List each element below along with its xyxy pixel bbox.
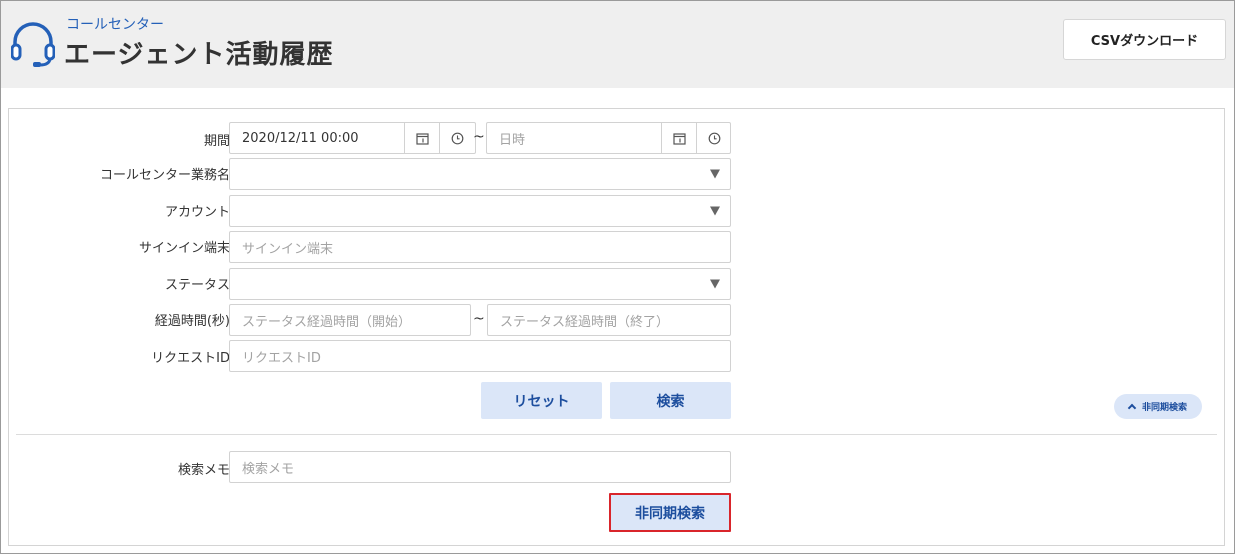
callcenter-select[interactable] xyxy=(229,158,731,190)
page-header: コールセンター エージェント活動履歴 CSVダウンロード xyxy=(1,1,1234,88)
period-separator: ~ xyxy=(473,129,485,145)
account-select[interactable] xyxy=(229,195,731,227)
callcenter-label: コールセンター業務名 xyxy=(99,168,230,183)
dropdown-arrow-icon xyxy=(710,279,720,289)
headset-icon xyxy=(11,22,55,67)
clock-icon xyxy=(451,132,463,144)
elapsed-end-placeholder: ステータス経過時間（終了） xyxy=(500,314,670,330)
period-start-value: 2020/12/11 00:00 xyxy=(242,130,359,146)
period-end-placeholder: 日時 xyxy=(499,132,526,148)
period-end-calendar-button[interactable] xyxy=(661,122,696,154)
elapsed-separator: ~ xyxy=(473,311,485,327)
reset-button[interactable]: リセット xyxy=(481,382,602,419)
clock-icon xyxy=(708,132,720,144)
signin-label: サインイン端末 xyxy=(138,241,230,256)
elapsed-start-input[interactable]: ステータス経過時間（開始） xyxy=(229,304,471,336)
account-label: アカウント xyxy=(164,205,230,220)
period-end-input[interactable]: 日時 xyxy=(486,122,731,154)
request-id-label: リクエストID xyxy=(151,351,230,366)
async-toggle-label: 非同期検索 xyxy=(1141,403,1187,413)
section-divider xyxy=(16,434,1217,435)
memo-label: 検索メモ xyxy=(177,463,230,478)
search-button[interactable]: 検索 xyxy=(610,382,731,419)
elapsed-start-placeholder: ステータス経過時間（開始） xyxy=(242,314,412,330)
csv-download-button[interactable]: CSVダウンロード xyxy=(1063,19,1226,60)
status-label: ステータス xyxy=(164,278,230,293)
dropdown-arrow-icon xyxy=(710,206,720,216)
async-search-toggle[interactable]: 非同期検索 xyxy=(1114,394,1202,419)
page-title: エージェント活動履歴 xyxy=(64,40,334,70)
search-panel: 期間 コールセンター業務名 アカウント サインイン端末 ステータス 経過時間(秒… xyxy=(8,108,1225,546)
breadcrumb: コールセンター xyxy=(66,17,164,33)
signin-terminal-input[interactable]: サインイン端末 xyxy=(229,231,731,263)
period-start-clock-button[interactable] xyxy=(439,122,474,154)
period-start-input[interactable]: 2020/12/11 00:00 xyxy=(229,122,476,154)
search-memo-input[interactable]: 検索メモ xyxy=(229,451,731,483)
dropdown-arrow-icon xyxy=(710,169,720,179)
memo-placeholder: 検索メモ xyxy=(242,461,295,477)
request-id-input[interactable]: リクエストID xyxy=(229,340,731,372)
period-label: 期間 xyxy=(203,134,230,149)
signin-placeholder: サインイン端末 xyxy=(242,241,334,257)
request-id-placeholder: リクエストID xyxy=(242,350,321,366)
status-select[interactable] xyxy=(229,268,731,300)
async-search-button[interactable]: 非同期検索 xyxy=(609,493,731,532)
calendar-icon xyxy=(672,132,686,145)
period-end-clock-button[interactable] xyxy=(696,122,731,154)
elapsed-end-input[interactable]: ステータス経過時間（終了） xyxy=(487,304,731,336)
elapsed-label: 経過時間(秒) xyxy=(154,314,230,329)
label-column: 期間 コールセンター業務名 アカウント サインイン端末 ステータス 経過時間(秒… xyxy=(9,109,230,545)
calendar-icon xyxy=(415,132,429,145)
period-start-calendar-button[interactable] xyxy=(404,122,439,154)
chevron-up-icon xyxy=(1127,403,1137,413)
